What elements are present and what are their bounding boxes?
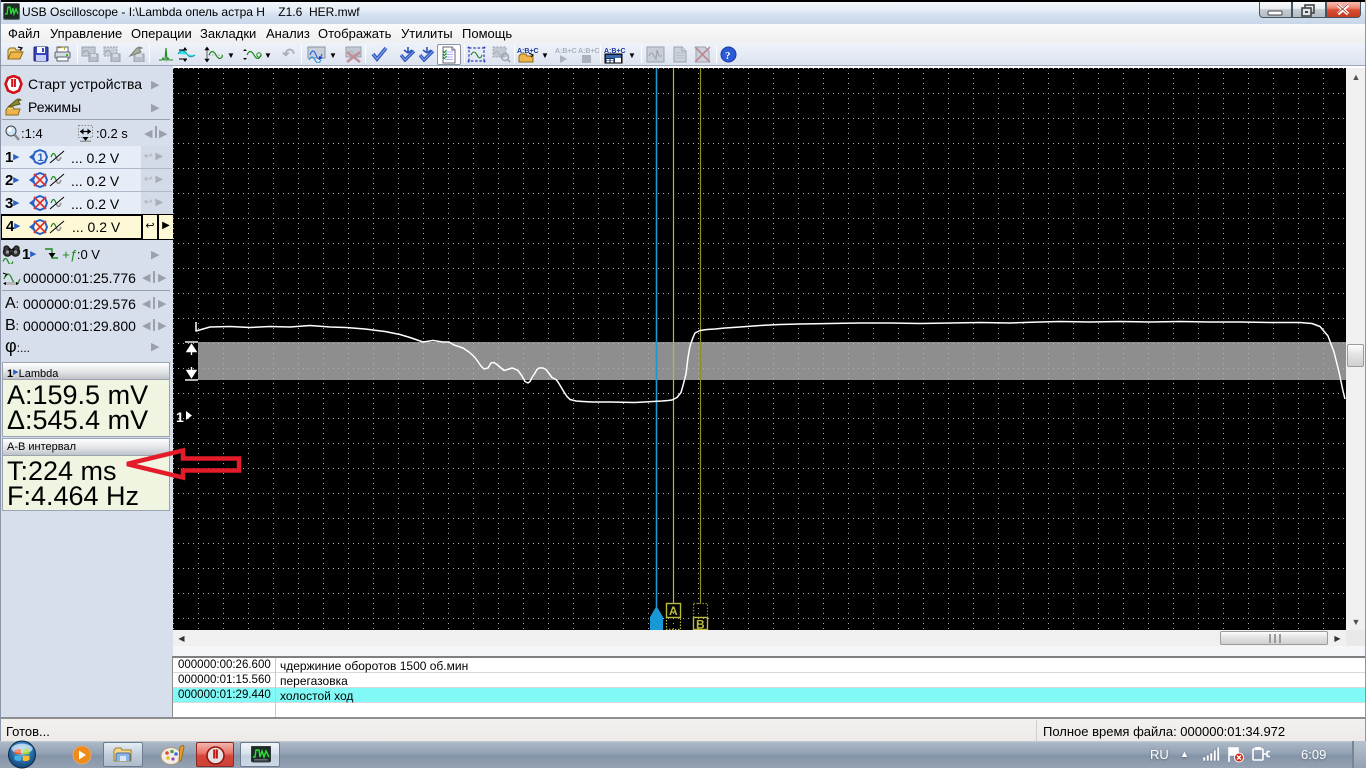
svg-text:A:B+C: A:B+C <box>555 48 577 55</box>
svg-text:1: 1 <box>176 409 184 425</box>
svg-text:A: A <box>669 604 678 618</box>
svg-text:B: B <box>696 618 705 631</box>
svg-text:A:B+C: A:B+C <box>517 48 539 55</box>
svg-text:1: 1 <box>38 152 44 164</box>
svg-text:?: ? <box>725 50 731 62</box>
svg-text:A:B+C: A:B+C <box>578 48 600 55</box>
